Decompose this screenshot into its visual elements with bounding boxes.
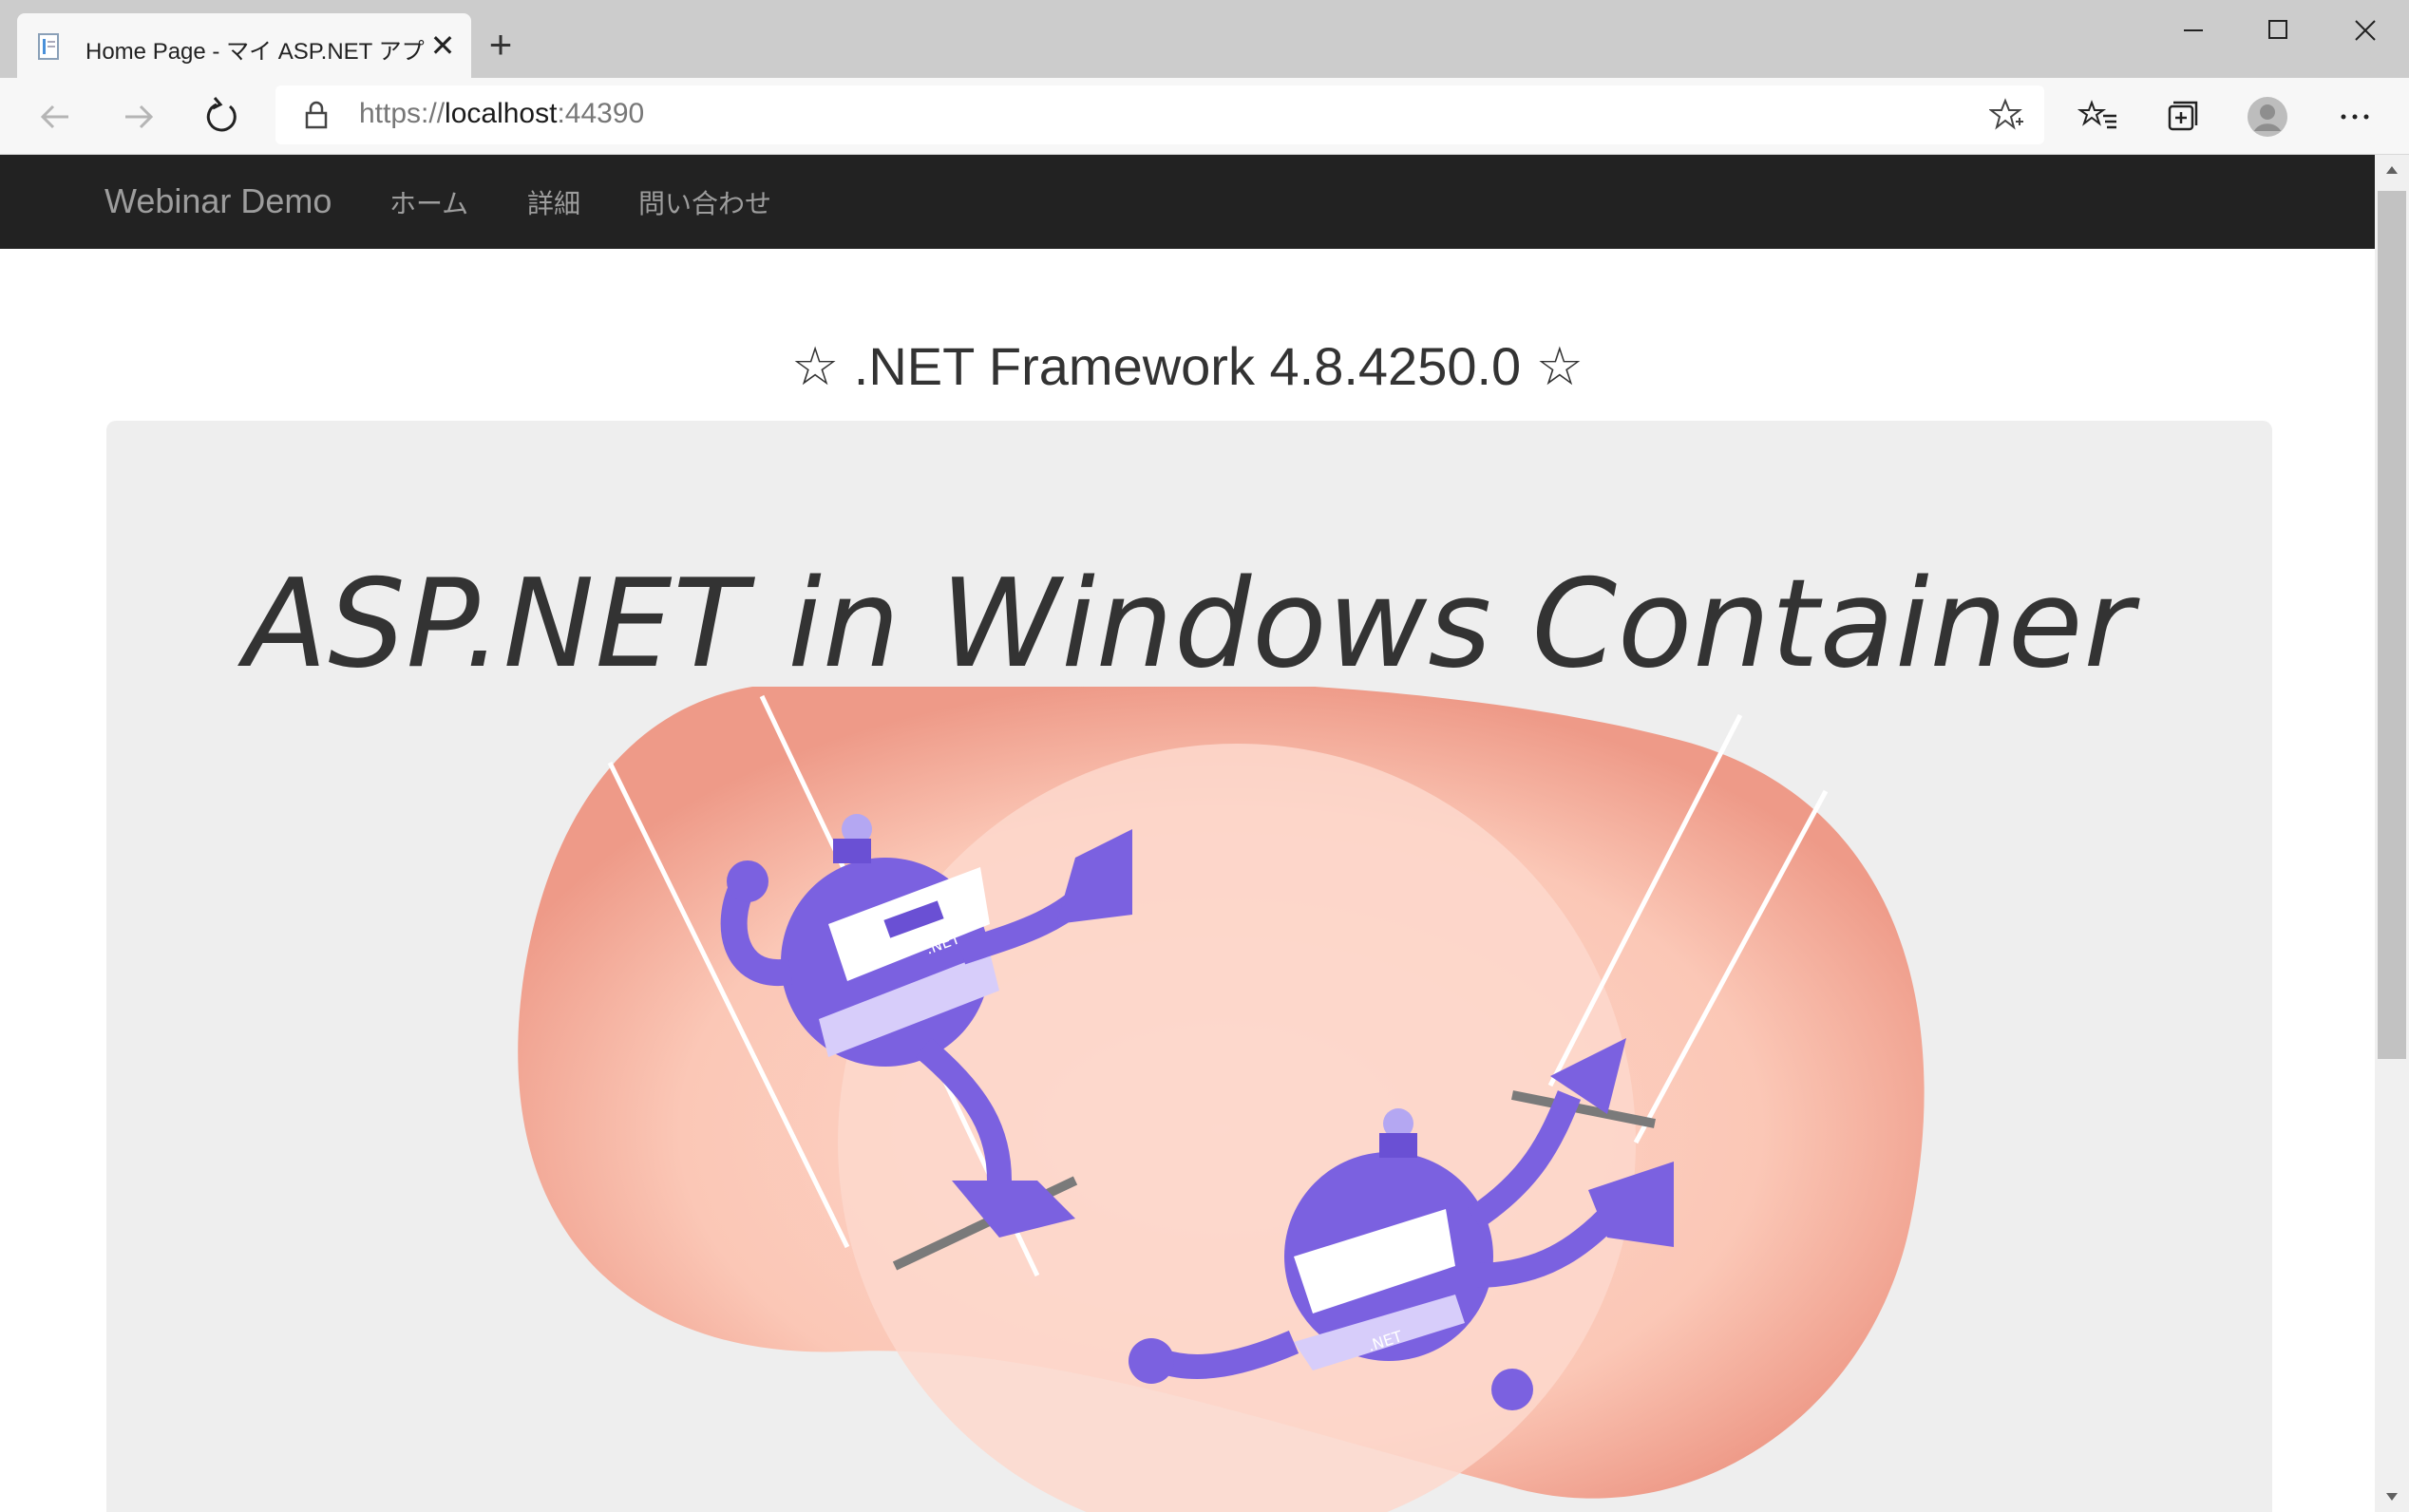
brand-link[interactable]: Webinar Demo xyxy=(104,181,332,221)
minimize-icon[interactable] xyxy=(2149,0,2236,61)
add-favorite-star-icon[interactable] xyxy=(1989,97,2025,133)
page-viewport: Webinar Demo ホーム 詳細 問い合わせ ☆ .NET Framewo… xyxy=(0,155,2375,1512)
nav-link-about[interactable]: 詳細 xyxy=(527,183,580,221)
scrollbar-thumb[interactable] xyxy=(2378,191,2406,1059)
forward-arrow-icon[interactable] xyxy=(114,93,161,141)
close-window-icon[interactable] xyxy=(2322,0,2409,61)
new-tab-button[interactable]: + xyxy=(479,25,522,68)
vertical-scrollbar[interactable] xyxy=(2375,155,2409,1512)
profile-avatar-icon[interactable] xyxy=(2246,95,2289,139)
lock-icon[interactable] xyxy=(304,101,329,129)
url-host: localhost xyxy=(445,98,558,129)
browser-toolbar: https://localhost:44390 xyxy=(0,78,2409,155)
nav-link-contact[interactable]: 問い合わせ xyxy=(638,183,771,221)
url-scheme: https:// xyxy=(359,98,446,129)
collections-icon[interactable] xyxy=(2160,95,2204,139)
dotnet-bot-swing-illustration: .NET .NET xyxy=(518,687,1925,1512)
jumbotron: ASP.NET in Windows Container .NET .NET xyxy=(106,421,2272,1512)
address-bar[interactable]: https://localhost:44390 xyxy=(275,85,2044,144)
url-port: :44390 xyxy=(557,98,645,129)
browser-titlebar: Home Page - マイ ASP.NET アプリケーション ✕ + xyxy=(0,0,2409,78)
favorites-icon[interactable] xyxy=(2077,95,2120,139)
tab-close-icon[interactable]: ✕ xyxy=(424,27,462,65)
jumbotron-title: ASP.NET in Windows Container xyxy=(243,554,2135,695)
scroll-up-arrow-icon[interactable] xyxy=(2375,155,2409,185)
scroll-down-arrow-icon[interactable] xyxy=(2375,1482,2409,1512)
nav-link-home[interactable]: ホーム xyxy=(389,183,468,221)
refresh-icon[interactable] xyxy=(198,93,245,141)
browser-tab[interactable]: Home Page - マイ ASP.NET アプリケーション ✕ xyxy=(17,13,471,78)
app-navbar: Webinar Demo ホーム 詳細 問い合わせ xyxy=(0,155,2375,249)
page-favicon-icon xyxy=(38,33,59,60)
framework-version-heading: ☆ .NET Framework 4.8.4250.0 ☆ xyxy=(791,336,1584,396)
maximize-icon[interactable] xyxy=(2234,0,2322,61)
tab-title: Home Page - マイ ASP.NET アプリケーション xyxy=(85,39,427,65)
more-menu-icon[interactable] xyxy=(2333,95,2377,139)
back-arrow-icon[interactable] xyxy=(32,93,80,141)
url-text[interactable]: https://localhost:44390 xyxy=(359,98,644,130)
